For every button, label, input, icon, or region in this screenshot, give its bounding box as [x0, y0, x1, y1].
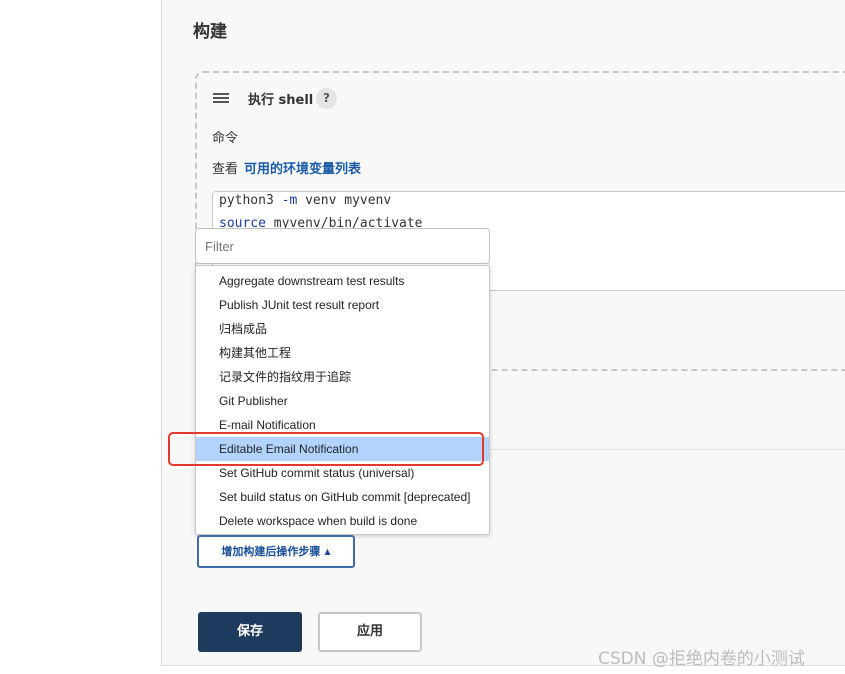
code-flag: -m	[281, 193, 298, 208]
post-build-dropdown: Aggregate downstream test results Publis…	[195, 265, 490, 535]
code-text: venv myvenv	[297, 193, 392, 208]
add-post-build-step-button[interactable]: 增加构建后操作步骤 ▲	[197, 535, 355, 568]
annotation-highlight	[168, 432, 484, 466]
help-icon[interactable]: ?	[316, 88, 337, 109]
caret-up-icon: ▲	[324, 547, 331, 556]
dropdown-item-fingerprint[interactable]: 记录文件的指纹用于追踪	[196, 365, 489, 389]
view-prefix-text: 查看	[212, 162, 239, 177]
command-label: 命令	[212, 131, 239, 146]
dropdown-item-archive-artifacts[interactable]: 归档成品	[196, 317, 489, 341]
save-button[interactable]: 保存	[198, 612, 302, 652]
apply-button[interactable]: 应用	[318, 612, 422, 652]
dropdown-item-aggregate-tests[interactable]: Aggregate downstream test results	[196, 269, 489, 293]
dropdown-item-delete-workspace[interactable]: Delete workspace when build is done	[196, 509, 489, 533]
dropdown-item-git-publisher[interactable]: Git Publisher	[196, 389, 489, 413]
dropdown-item-build-other-projects[interactable]: 构建其他工程	[196, 341, 489, 365]
section-divider	[489, 449, 845, 450]
code-text: python3	[219, 193, 282, 208]
drag-handle-icon[interactable]	[213, 93, 229, 103]
code-line: python3 -m venv myvenv	[219, 193, 391, 208]
dropdown-item-github-status-deprecated[interactable]: Set build status on GitHub commit [depre…	[196, 485, 489, 509]
add-step-label: 增加构建后操作步骤	[221, 545, 321, 558]
section-title: 构建	[193, 22, 227, 42]
watermark: CSDN @拒绝内卷的小测试	[598, 649, 805, 669]
dropdown-item-junit-report[interactable]: Publish JUnit test result report	[196, 293, 489, 317]
filter-input[interactable]	[195, 228, 490, 264]
env-vars-link[interactable]: 可用的环境变量列表	[244, 158, 361, 177]
build-step-title: 执行 shell	[248, 93, 314, 108]
